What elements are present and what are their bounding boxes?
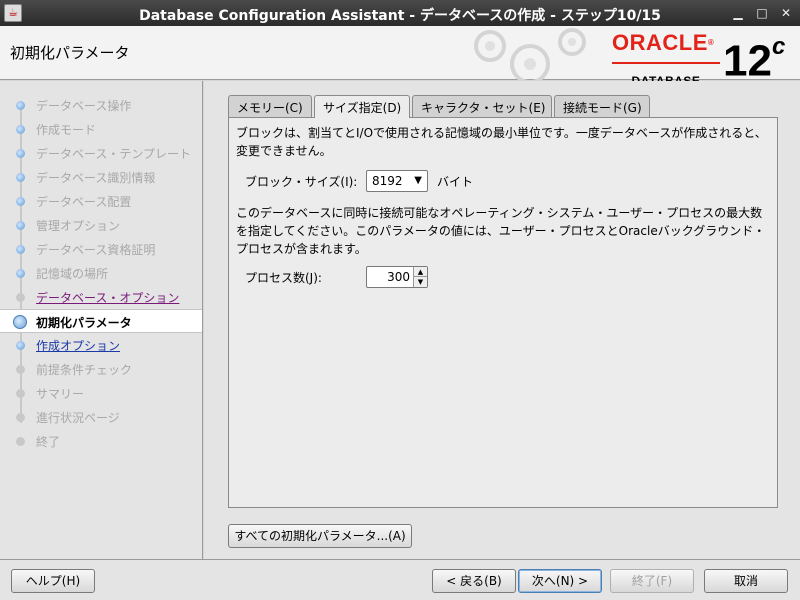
close-icon[interactable]: ✕ [776,3,796,23]
step-creation-options[interactable]: 作成オプション [0,333,202,357]
step-finish: 終了 [0,429,202,453]
step-storage-locations: 記憶域の場所 [0,261,202,285]
step-label: 前提条件チェック [36,363,133,377]
block-size-unit: バイト [437,175,474,189]
step-label: 終了 [36,435,61,449]
step-label: データベース・テンプレート [36,147,192,161]
block-size-label: ブロック・サイズ(I): [245,175,358,189]
step-db-options[interactable]: データベース・オプション [0,285,202,309]
version-suffix: c [771,33,786,60]
step-label: データベース操作 [36,99,132,113]
help-button[interactable]: ヘルプ(H) [11,569,95,593]
step-db-identification: データベース識別情報 [0,165,202,189]
window-title: Database Configuration Assistant - データベー… [139,8,661,24]
tab-character-set[interactable]: キャラクタ・セット(E) [412,95,552,117]
step-creation-mode: 作成モード [0,117,202,141]
step-dot-icon [16,221,25,230]
step-label: 管理オプション [36,219,121,233]
registered-mark: ® [707,38,715,47]
tab-connection-mode[interactable]: 接続モード(G) [554,95,650,117]
step-dot-icon [16,341,25,350]
step-db-operation: データベース操作 [0,93,202,117]
step-db-template: データベース・テンプレート [0,141,202,165]
step-label: 進行状況ページ [36,411,120,425]
step-management-options: 管理オプション [0,213,202,237]
step-dot-icon [16,437,25,446]
process-count-value: 300 [387,270,410,284]
step-label: 初期化パラメータ [36,316,132,330]
chevron-down-icon: ▼ [414,175,422,186]
main-content: メモリー(C) サイズ指定(D) キャラクタ・セット(E) 接続モード(G) ブ… [204,81,800,559]
step-dot-icon [16,125,25,134]
step-dot-icon [16,389,25,398]
step-dot-icon [16,101,25,110]
spinner-up-icon[interactable]: ▲ [413,267,427,277]
finish-button[interactable]: 終了(F) [610,569,694,593]
gears-graphic-icon [474,28,586,80]
step-summary: サマリー [0,381,202,405]
step-dot-icon [16,293,25,302]
page-header: 初期化パラメータ ORACLE® DATABASE 12c [0,26,800,88]
step-progress-page: 進行状況ページ [0,405,202,429]
step-label: データベース配置 [36,195,132,209]
step-dot-icon [16,245,25,254]
next-button[interactable]: 次へ(N) > [518,569,602,593]
tab-memory[interactable]: メモリー(C) [228,95,312,117]
current-step-icon [13,315,27,329]
version-badge: 12c [723,30,785,85]
step-label[interactable]: 作成オプション [36,337,120,354]
oracle-wordmark: ORACLE [612,30,708,55]
step-label: データベース識別情報 [36,171,156,185]
step-dot-icon [16,269,25,278]
logo-divider [612,62,720,64]
window-titlebar: ☕ Database Configuration Assistant - データ… [0,0,800,26]
wizard-footer: ヘルプ(H) < 戻る(B) 次へ(N) > 終了(F) 取消 [0,559,800,600]
step-label: データベース資格証明 [36,243,156,257]
back-button[interactable]: < 戻る(B) [432,569,516,593]
step-prereq-checks: 前提条件チェック [0,357,202,381]
page-title: 初期化パラメータ [10,44,130,62]
step-label[interactable]: データベース・オプション [36,289,179,306]
spinner-down-icon[interactable]: ▼ [413,277,427,287]
process-count-spinner[interactable]: 300 ▲ ▼ [366,266,428,288]
step-label: 作成モード [36,123,97,137]
sizing-panel: ブロックは、割当てとI/Oで使用される記憶域の最小単位です。一度データベースが作… [228,117,778,508]
step-db-credentials: データベース資格証明 [0,237,202,261]
step-dot-icon [16,197,25,206]
maximize-icon[interactable]: □ [752,3,772,23]
cancel-button[interactable]: 取消 [704,569,788,593]
block-size-description: ブロックは、割当てとI/Oで使用される記憶域の最小単位です。一度データベースが作… [236,126,767,158]
version-number: 12 [723,36,772,86]
step-init-parameters: 初期化パラメータ [0,309,202,333]
process-count-label: プロセス数(J): [245,271,322,285]
step-label: 記憶域の場所 [36,267,109,281]
step-dot-icon [16,365,25,374]
oracle-logo: ORACLE® DATABASE [612,32,720,88]
step-dot-icon [16,149,25,158]
minimize-icon[interactable]: ▁ [728,3,748,23]
step-db-placement: データベース配置 [0,189,202,213]
step-dot-icon [16,413,25,422]
all-init-params-button[interactable]: すべての初期化パラメータ...(A) [228,524,412,548]
step-dot-icon [16,173,25,182]
block-size-select[interactable]: 8192 ▼ [366,170,428,192]
process-count-description: このデータベースに同時に接続可能なオペレーティング・システム・ユーザー・プロセス… [236,206,766,256]
tab-sizing[interactable]: サイズ指定(D) [314,95,410,118]
wizard-steps-sidebar: データベース操作 作成モード データベース・テンプレート データベース識別情報 … [0,81,203,559]
block-size-value: 8192 [372,174,403,188]
step-label: サマリー [36,387,85,401]
